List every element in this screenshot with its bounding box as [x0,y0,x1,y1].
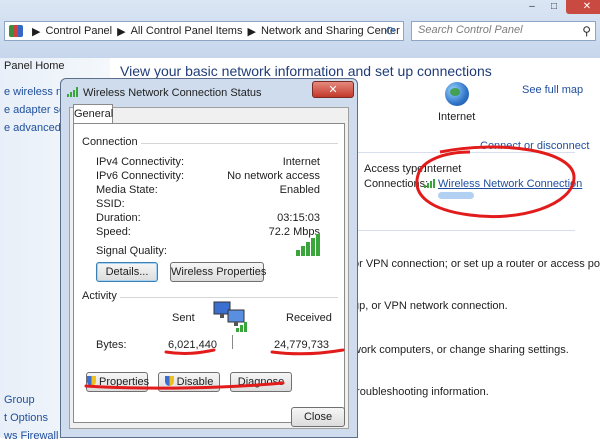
annotation-underlines [84,348,345,390]
underline-bytes-received [270,348,345,356]
underline-bytes-sent [164,348,216,355]
underline-buttons [84,381,285,390]
